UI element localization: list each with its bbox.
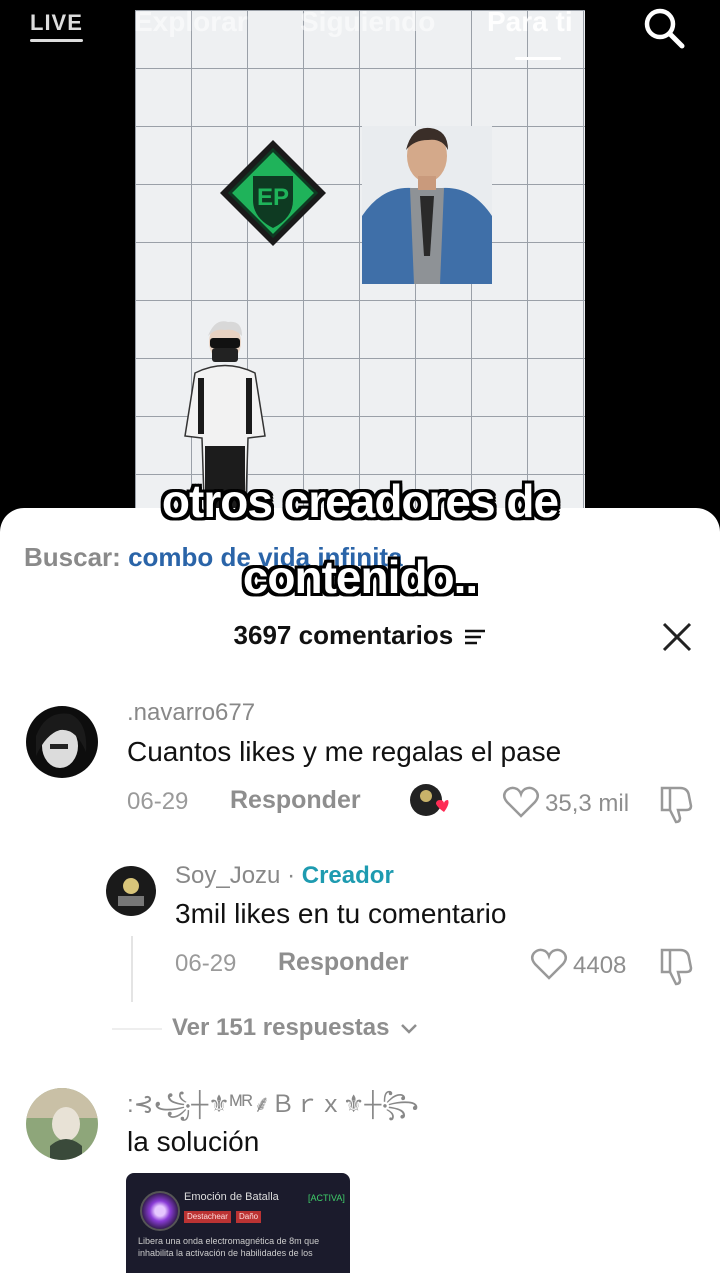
comment-count: 3697 comentarios [233, 620, 454, 650]
comment-count-header: 3697 comentarios [0, 620, 720, 651]
view-replies-label: Ver 151 respuestas [172, 1014, 390, 1041]
skill-title: Emoción de Batalla [184, 1191, 279, 1203]
character-portrait [362, 126, 492, 284]
ep-logo-text: EP [257, 184, 289, 211]
avatar[interactable] [106, 866, 156, 916]
top-navigation: LIVE Explorar Siguiendo Para ti [0, 0, 720, 60]
heart-icon[interactable] [502, 785, 540, 819]
skill-tag: Daño [236, 1211, 262, 1223]
skill-icon [140, 1191, 180, 1231]
comment-text: 3mil likes en tu comentario [175, 898, 507, 929]
like-count: 35,3 mil [545, 790, 630, 817]
comment-username[interactable]: Soy_Jozu [175, 862, 280, 889]
view-replies-button[interactable]: Ver 151 respuestas [172, 1014, 418, 1042]
tab-para-ti[interactable]: Para ti [487, 6, 573, 38]
comment-attached-image[interactable]: Emoción de Batalla [ACTIVA] Destachear D… [126, 1173, 350, 1273]
sort-icon[interactable] [464, 628, 486, 646]
close-icon[interactable] [660, 620, 694, 654]
comment-text: Cuantos likes y me regalas el pase [127, 736, 562, 767]
reply-button[interactable]: Responder [278, 948, 409, 977]
dislike-icon[interactable] [658, 946, 696, 986]
chevron-down-icon [401, 1024, 418, 1034]
active-tab-indicator [515, 57, 561, 60]
skill-description: Libera una onda electromagnética de 8m q… [138, 1236, 320, 1258]
heart-icon[interactable] [530, 947, 568, 981]
comments-sheet: Buscar: combo de vida infinita 3697 come… [0, 508, 720, 1280]
dislike-icon[interactable] [658, 784, 696, 824]
tab-explorar[interactable]: Explorar [134, 6, 248, 38]
creator-badge: Creador [301, 862, 394, 889]
live-button[interactable]: LIVE [30, 10, 83, 42]
comment-text: la solución [127, 1126, 260, 1157]
search-icon[interactable] [640, 4, 686, 50]
comment-date: 06-29 [175, 950, 237, 977]
comment-username[interactable]: .navarro677 [127, 699, 255, 727]
video-caption-line-2: contenido.. [242, 551, 478, 603]
skill-status: [ACTIVA] [308, 1193, 345, 1203]
skill-tag: Destachear [184, 1211, 231, 1223]
reply-username-row: Soy_Jozu · Creador [175, 862, 394, 890]
creator-liked-icon [410, 784, 449, 816]
separator: · [287, 862, 296, 889]
like-count: 4408 [573, 952, 627, 979]
reply-button[interactable]: Responder [230, 786, 361, 815]
avatar[interactable] [26, 1088, 98, 1160]
thread-line [131, 936, 133, 1002]
tab-siguiendo[interactable]: Siguiendo [300, 6, 435, 38]
view-replies-divider [112, 1028, 162, 1030]
avatar[interactable] [26, 706, 98, 778]
ep-logo: EP [220, 140, 326, 246]
video-player[interactable]: EP LIVE Explorar Siguiendo Para ti [0, 0, 720, 540]
video-caption-line-1: otros creadores de [161, 475, 559, 527]
comment-date: 06-29 [127, 788, 189, 815]
